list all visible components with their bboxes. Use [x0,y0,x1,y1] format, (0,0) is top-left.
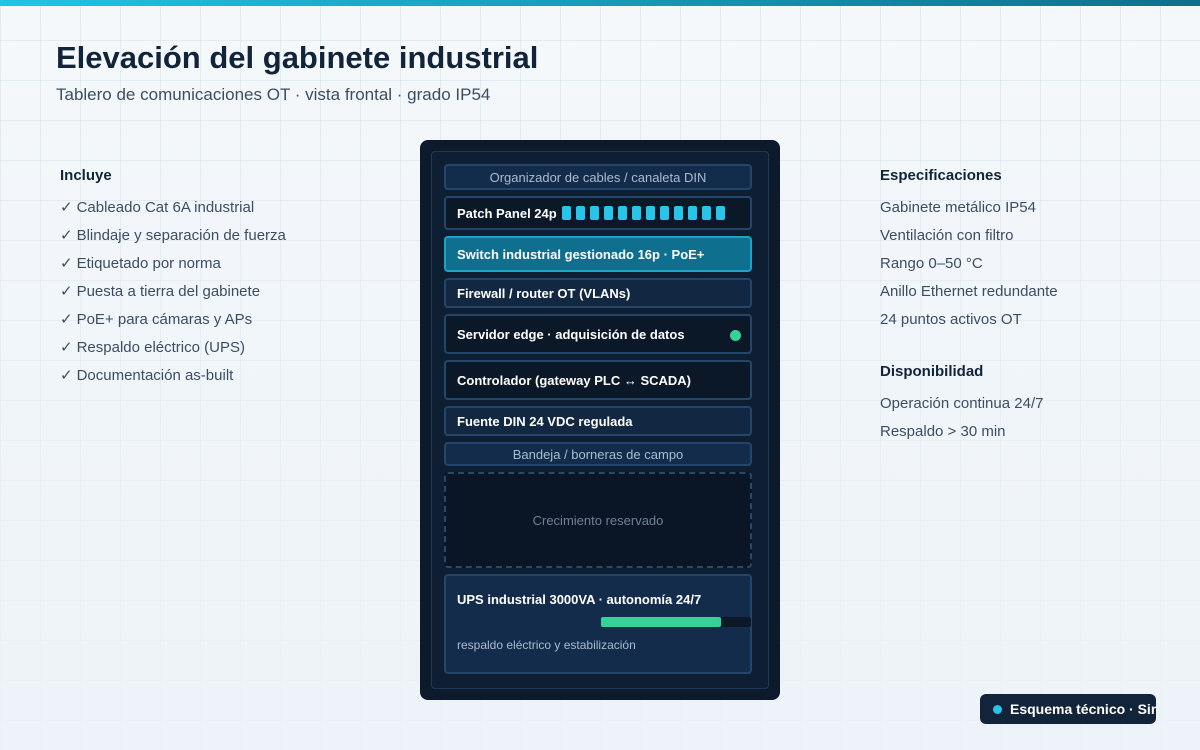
check-icon: ✓ [60,227,73,244]
firewall-unit: Firewall / router OT (VLANs) [444,278,752,308]
spec-item: Rango 0–50 °C [880,255,983,272]
check-icon: ✓ [60,311,73,328]
patch-port-icon [645,206,655,220]
specs-list: Gabinete metálico IP54 Ventilación con f… [880,199,1058,339]
includes-item: ✓ Puesta a tierra del gabinete [60,283,261,300]
controller-unit: Controlador (gateway PLC ↔ SCADA) [444,360,752,400]
check-icon: ✓ [60,199,73,216]
switch-label: Switch industrial gestionado 16p · PoE+ [457,246,705,262]
reserved-space-label: Crecimiento reservado [532,512,664,528]
patch-panel-label: Patch Panel 24p [457,205,557,221]
cable-organizer-label: Organizador de cables / canaleta DIN [489,169,707,185]
ups-charge-bar [601,617,751,627]
ups-charge-fill [601,617,721,627]
includes-item: ✓ Respaldo eléctrico (UPS) [60,339,245,356]
page-subtitle: Tablero de comunicaciones OT · vista fro… [56,85,491,104]
patch-panel-unit: Patch Panel 24p [444,196,752,230]
includes-item: ✓ PoE+ para cámaras y APs [60,311,253,328]
patch-port-icon [575,206,585,220]
terminal-tray-unit: Bandeja / borneras de campo [444,442,752,466]
ups-label: UPS industrial 3000VA · autonomía 24/7 [457,592,702,607]
spec-item: Ventilación con filtro [880,227,1014,244]
availability-heading: Disponibilidad [880,363,984,380]
cabinet-rack-frame: Organizador de cables / canaleta DIN Pat… [431,151,769,689]
includes-item: ✓ Documentación as-built [60,367,234,384]
status-dot-icon [993,704,1002,714]
firewall-label: Firewall / router OT (VLANs) [457,285,631,301]
cabinet-elevation: Organizador de cables / canaleta DIN Pat… [420,140,780,700]
terminal-tray-label: Bandeja / borneras de campo [512,446,684,462]
availability-list: Operación continua 24/7 Respaldo > 30 mi… [880,395,1043,451]
top-accent-bar [0,0,1200,6]
includes-item: ✓ Blindaje y separación de fuerza [60,227,286,244]
cable-organizer-unit: Organizador de cables / canaleta DIN [444,164,752,190]
ups-note: respaldo eléctrico y estabilización [457,638,636,652]
patch-port-icon [603,206,613,220]
check-icon: ✓ [60,255,73,272]
patch-port-icon [631,206,641,220]
edge-server-label: Servidor edge · adquisición de datos [457,326,685,342]
includes-heading: Incluye [60,167,112,184]
check-icon: ✓ [60,339,73,356]
spec-item: 24 puntos activos OT [880,311,1022,328]
patch-port-icon [701,206,711,220]
includes-list: ✓ Cableado Cat 6A industrial ✓ Blindaje y … [60,199,286,395]
patch-port-icon [659,206,669,220]
spec-item: Gabinete metálico IP54 [880,199,1036,216]
patch-port-icon [673,206,683,220]
patch-port-icon [617,206,627,220]
check-icon: ✓ [60,283,73,300]
patch-port-icon [687,206,697,220]
spec-item: Anillo Ethernet redundante [880,283,1058,300]
edge-server-unit: Servidor edge · adquisición de datos [444,314,752,354]
switch-unit: Switch industrial gestionado 16p · PoE+ [444,236,752,272]
reserved-space: Crecimiento reservado [444,472,752,568]
ups-unit: UPS industrial 3000VA · autonomía 24/7 r… [444,574,752,674]
patch-panel-ports [557,206,725,220]
controller-label: Controlador (gateway PLC ↔ SCADA) [457,372,692,388]
availability-item: Respaldo > 30 min [880,423,1006,440]
page-title: Elevación del gabinete industrial [56,40,539,75]
power-supply-label: Fuente DIN 24 VDC regulada [457,413,633,429]
footer-badge: Esquema técnico · SimCoder [980,694,1156,724]
patch-port-icon [715,206,725,220]
patch-port-icon [589,206,599,220]
includes-item: ✓ Cableado Cat 6A industrial [60,199,255,216]
availability-item: Operación continua 24/7 [880,395,1044,412]
check-icon: ✓ [60,367,73,384]
status-led-icon [730,330,741,341]
specs-heading: Especificaciones [880,167,1002,184]
patch-port-icon [561,206,571,220]
footer-badge-text: Esquema técnico · SimCoder [1010,701,1156,717]
includes-item: ✓ Etiquetado por norma [60,255,221,272]
power-supply-unit: Fuente DIN 24 VDC regulada [444,406,752,436]
